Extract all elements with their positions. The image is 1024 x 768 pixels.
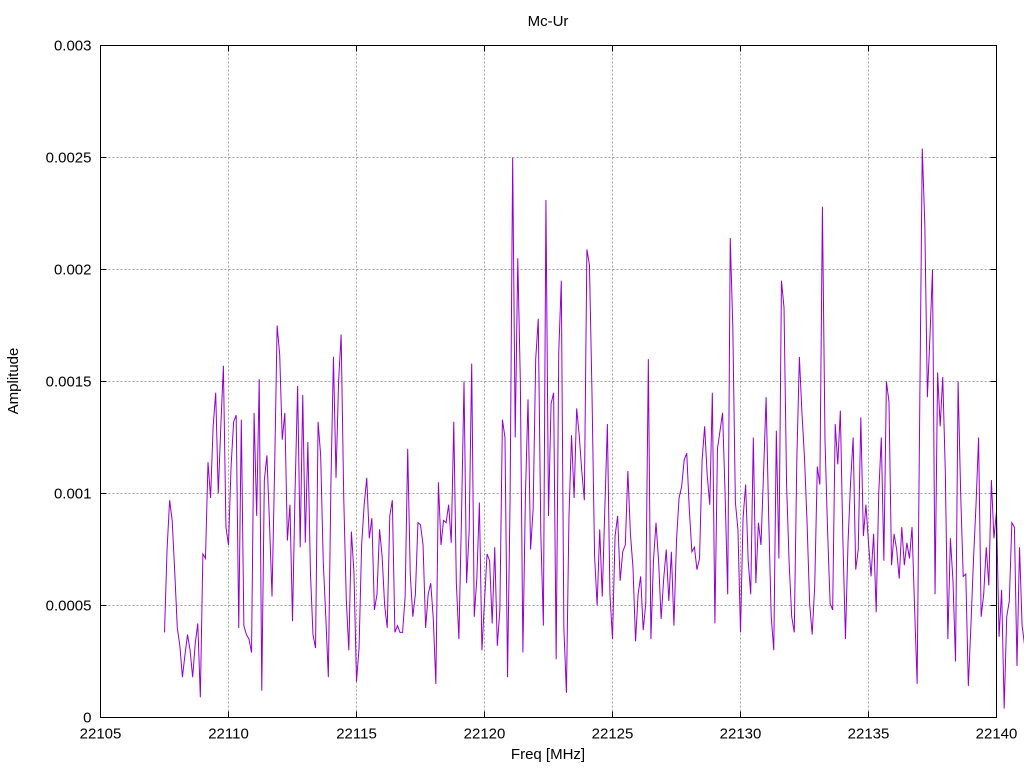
x-tick-label: 22120	[464, 726, 506, 743]
y-axis-label: Amplitude	[5, 348, 22, 415]
x-tick-label: 22115	[336, 726, 377, 743]
chart-title: Mc-Ur	[528, 13, 569, 30]
y-tick-label: 0.002	[54, 262, 92, 279]
x-tick-label: 22110	[208, 726, 249, 743]
x-tick-label: 22130	[720, 726, 762, 743]
chart-background	[0, 0, 1024, 768]
x-tick-label: 22125	[592, 726, 634, 743]
x-tick-label: 22105	[80, 726, 122, 743]
y-tick-label: 0.003	[54, 38, 92, 55]
amplitude-line-chart: 22105 22110 22115 22120 22125 22130 22135 22140…	[0, 0, 1024, 768]
x-tick-label: 22140	[976, 726, 1018, 743]
x-tick-label: 22135	[848, 726, 890, 743]
x-axis-label: Freq [MHz]	[511, 746, 585, 763]
y-tick-label: 0.0005	[46, 598, 92, 615]
y-tick-label: 0.0015	[46, 374, 92, 391]
y-tick-label: 0.001	[54, 486, 92, 503]
y-tick-label: 0	[83, 710, 91, 727]
y-tick-label: 0.0025	[46, 150, 92, 167]
